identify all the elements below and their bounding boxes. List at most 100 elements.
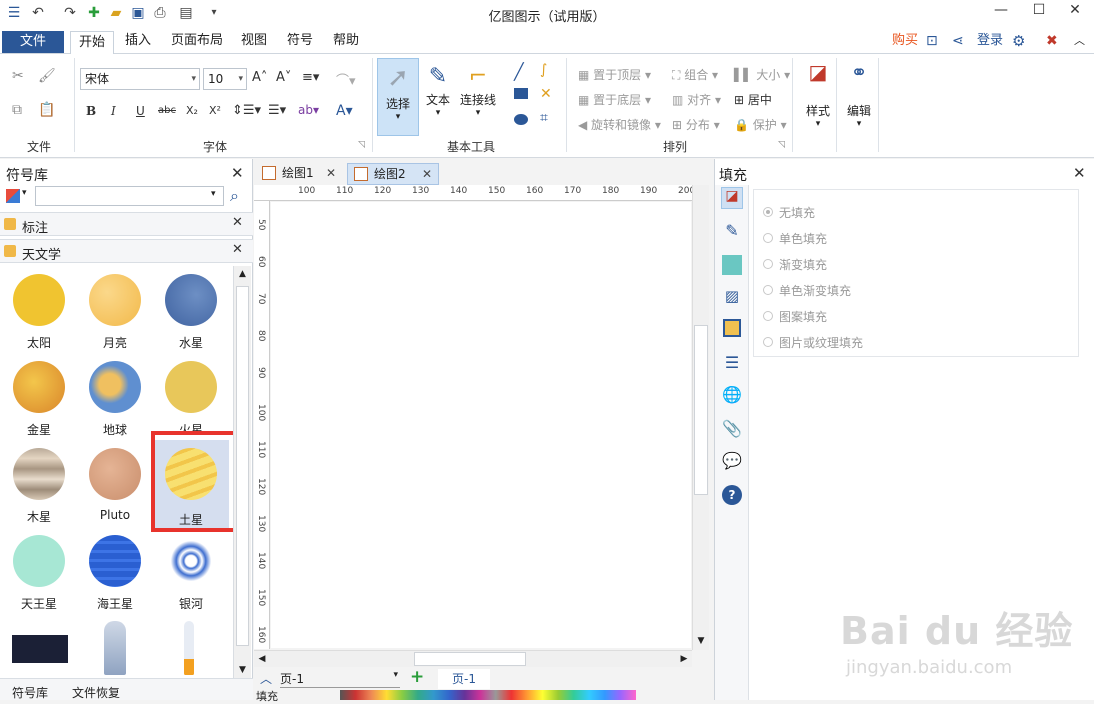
select-tool-button[interactable]: ➚ 选择 ▾: [377, 58, 419, 136]
symbol-pluto[interactable]: Pluto: [77, 446, 153, 532]
tab-symbol[interactable]: 符号: [287, 28, 313, 54]
distribute-button[interactable]: ⊞ 分布 ▾: [672, 116, 720, 133]
rotate-mirror-button[interactable]: ◀ 旋转和镜像 ▾: [578, 116, 661, 133]
doc-tab-1[interactable]: 绘图1 ✕: [256, 163, 342, 185]
maximize-icon[interactable]: ☐: [1024, 2, 1054, 22]
feedback-icon[interactable]: ⊡: [926, 28, 938, 54]
style-button[interactable]: ◪ 样式 ▾: [798, 60, 838, 146]
symbol-earth[interactable]: 地球: [77, 359, 153, 445]
shuttle-icon[interactable]: [184, 621, 194, 675]
rectangle-tool-icon[interactable]: [514, 88, 528, 99]
close-library-icon[interactable]: ✕: [232, 215, 243, 230]
symbol-neptune[interactable]: 海王星: [77, 533, 153, 619]
symbol-moon[interactable]: 月亮: [77, 272, 153, 358]
superscript-icon[interactable]: X²: [209, 104, 221, 117]
search-icon[interactable]: ⌕: [230, 186, 239, 206]
attachment-icon[interactable]: 📎: [721, 419, 743, 441]
page-properties-icon[interactable]: ☰: [721, 353, 743, 375]
protect-button[interactable]: 🔒 保护 ▾: [734, 116, 787, 133]
text-align-icon[interactable]: ≡▾: [302, 70, 319, 85]
symbol-jupiter[interactable]: 木星: [1, 446, 77, 532]
fill-bucket-icon[interactable]: ◪: [721, 187, 743, 209]
library-dropdown-icon[interactable]: ▾: [22, 188, 27, 198]
scroll-left-icon[interactable]: ◀: [254, 651, 270, 667]
highlight-icon[interactable]: ab▾: [298, 103, 319, 117]
paragraph-spacing-icon[interactable]: ⇕☰▾: [232, 103, 261, 118]
library-row-callout[interactable]: 标注 ✕: [0, 212, 253, 236]
line-spacing-icon[interactable]: ⌒▾: [336, 70, 356, 89]
canvas-horizontal-scrollbar[interactable]: ◀ ▶: [254, 650, 692, 667]
rocket-icon[interactable]: [104, 621, 126, 675]
text-tool-button[interactable]: ✎ 文本 ▾: [420, 58, 456, 136]
subscript-icon[interactable]: X₂: [186, 104, 198, 117]
tab-file-recovery[interactable]: 文件恢复: [72, 684, 120, 701]
comment-icon[interactable]: 💬: [721, 451, 743, 473]
scroll-thumb[interactable]: [694, 325, 708, 495]
help-icon[interactable]: ?: [722, 485, 742, 505]
send-to-back-button[interactable]: ▦ 置于底层 ▾: [578, 91, 651, 108]
starfield-icon[interactable]: [12, 635, 68, 663]
edit-button[interactable]: ⚭ 编辑 ▾: [840, 60, 878, 146]
size-button[interactable]: ▌▌ 大小 ▾: [734, 66, 790, 83]
tab-help[interactable]: 帮助: [333, 28, 359, 54]
arrange-dialog-launcher-icon[interactable]: ◹: [778, 140, 785, 150]
format-painter-icon[interactable]: 🖌: [38, 68, 56, 84]
font-dialog-launcher-icon[interactable]: ◹: [358, 140, 365, 150]
close-tab-icon[interactable]: ✕: [326, 163, 336, 183]
tab-insert[interactable]: 插入: [125, 28, 151, 54]
tab-home[interactable]: 开始: [70, 31, 115, 55]
symbol-uranus[interactable]: 天王星: [1, 533, 77, 619]
close-library-icon[interactable]: ✕: [232, 242, 243, 257]
add-page-icon[interactable]: +: [410, 667, 424, 687]
group-button[interactable]: ⛶ 组合 ▾: [672, 66, 718, 83]
page-select[interactable]: 页-1 ▾: [280, 670, 400, 688]
settings-gear-icon[interactable]: ⚙: [1012, 28, 1025, 54]
font-size-select[interactable]: 10 ▾: [203, 68, 247, 90]
align-button[interactable]: ▥ 对齐 ▾: [672, 91, 721, 108]
font-family-select[interactable]: 宋体 ▾: [80, 68, 200, 90]
close-panel-icon[interactable]: ✕: [231, 164, 244, 182]
canvas-vertical-scrollbar[interactable]: ▼: [692, 185, 709, 650]
tab-view[interactable]: 视图: [241, 28, 267, 54]
bring-to-front-button[interactable]: ▦ 置于顶层 ▾: [578, 66, 651, 83]
symbol-search-input[interactable]: [35, 186, 224, 206]
scroll-right-icon[interactable]: ▶: [676, 651, 692, 667]
center-button[interactable]: ⊞ 居中: [734, 91, 772, 108]
scroll-thumb[interactable]: [414, 652, 526, 666]
layers-icon[interactable]: [723, 319, 741, 337]
library-grid-icon[interactable]: [6, 189, 20, 203]
scroll-up-icon[interactable]: ▲: [234, 266, 251, 282]
drawing-canvas[interactable]: [271, 202, 691, 648]
crop-tool-icon[interactable]: ⌗: [540, 110, 548, 126]
search-history-dropdown-icon[interactable]: ▾: [211, 189, 216, 199]
font-color-icon[interactable]: A▾: [336, 103, 353, 119]
symbol-sun[interactable]: 太阳: [1, 272, 77, 358]
tab-page-layout[interactable]: 页面布局: [171, 28, 223, 54]
symbol-scrollbar[interactable]: ▲ ▼: [233, 266, 251, 678]
library-row-astronomy[interactable]: 天文学 ✕: [0, 239, 253, 263]
bullets-icon[interactable]: ☰▾: [268, 103, 286, 118]
doc-tab-2[interactable]: 绘图2 ✕: [347, 163, 439, 185]
increase-font-icon[interactable]: A˄: [252, 70, 267, 85]
underline-icon[interactable]: U: [136, 104, 145, 118]
scroll-down-icon[interactable]: ▼: [693, 633, 709, 649]
connector-tool-button[interactable]: ⌐ 连接线 ▾: [458, 58, 498, 136]
ellipse-tool-icon[interactable]: [514, 114, 528, 125]
crossing-tool-icon[interactable]: ✕: [540, 86, 552, 102]
close-panel-icon[interactable]: ✕: [1073, 164, 1086, 182]
hyperlink-globe-icon[interactable]: 🌐: [721, 385, 743, 407]
color-swatches[interactable]: [340, 690, 636, 700]
buy-link[interactable]: 购买: [892, 28, 918, 54]
page-tab-1[interactable]: 页-1: [438, 669, 490, 689]
paste-icon[interactable]: 📋: [38, 102, 55, 118]
strikethrough-icon[interactable]: abc: [158, 105, 176, 116]
symbol-galaxy[interactable]: 银河: [153, 533, 229, 619]
tab-symbol-library[interactable]: 符号库: [12, 684, 48, 701]
decrease-font-icon[interactable]: A˅: [276, 70, 291, 85]
symbol-venus[interactable]: 金星: [1, 359, 77, 445]
line-pen-icon[interactable]: ✎: [721, 221, 743, 243]
bold-icon[interactable]: B: [86, 104, 96, 118]
expand-pages-icon[interactable]: ︿: [260, 670, 272, 687]
minimize-icon[interactable]: —: [986, 2, 1016, 22]
login-link[interactable]: 登录: [977, 28, 1003, 54]
